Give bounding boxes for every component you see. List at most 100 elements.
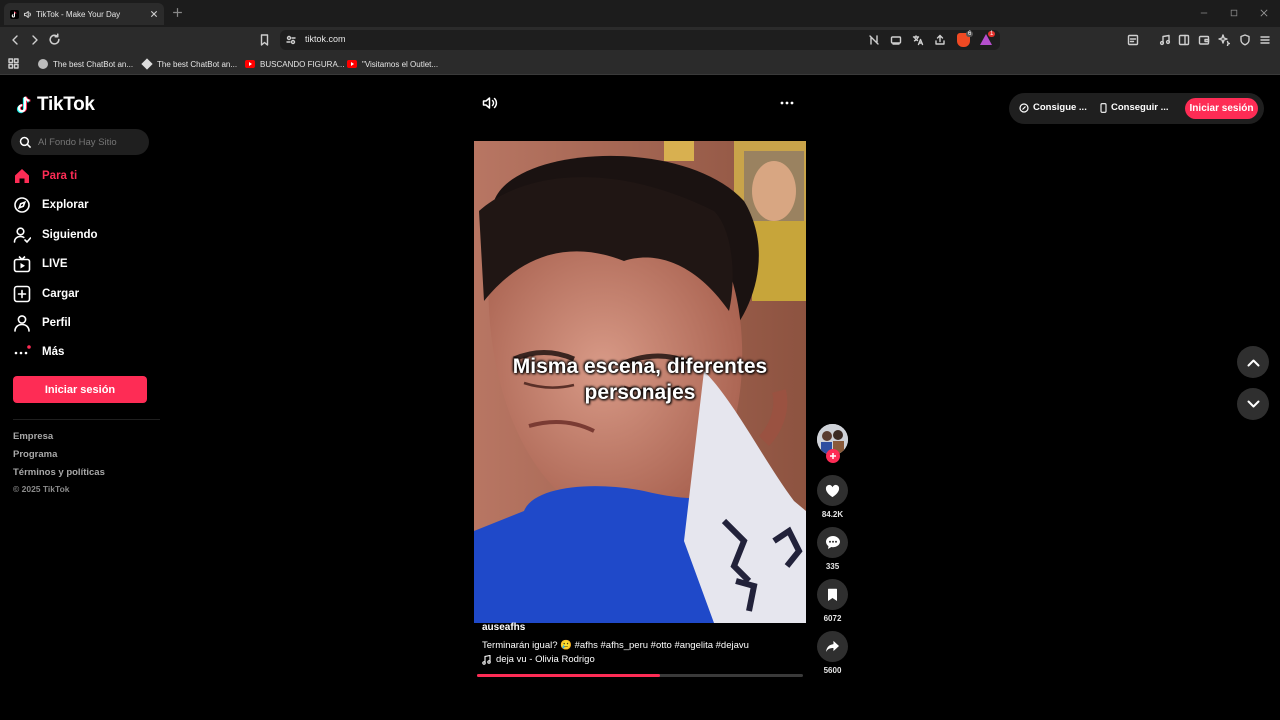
nav-live[interactable]: LIVE bbox=[13, 252, 153, 276]
shield-badge: 6 bbox=[966, 31, 974, 37]
sidebar-divider bbox=[13, 419, 160, 420]
heart-icon bbox=[825, 484, 840, 497]
sidebar-login-button[interactable]: Iniciar sesión bbox=[13, 376, 147, 403]
logo-text: TikTok bbox=[37, 94, 95, 115]
volume-button[interactable] bbox=[482, 96, 498, 110]
maximize-button[interactable] bbox=[1230, 9, 1238, 17]
cast-icon[interactable] bbox=[890, 34, 902, 46]
share-count: 5600 bbox=[823, 666, 842, 675]
like-count: 84.2K bbox=[821, 510, 844, 519]
nav-upload[interactable]: Cargar bbox=[13, 282, 153, 306]
music-icon[interactable] bbox=[1159, 34, 1171, 46]
more-horizontal-icon bbox=[780, 101, 794, 105]
video-progress-fill bbox=[477, 674, 660, 677]
follow-button[interactable] bbox=[826, 449, 840, 463]
coin-icon bbox=[1019, 102, 1029, 113]
share-icon[interactable] bbox=[934, 34, 946, 46]
get-coins-button[interactable]: Consigue ... bbox=[1019, 102, 1087, 113]
tiktok-page: TikTok Para ti Explorar Siguiendo LIVE C… bbox=[0, 76, 1280, 720]
video-sound[interactable]: deja vu - Olivia Rodrigo bbox=[482, 654, 595, 665]
tiktok-favicon-icon bbox=[10, 9, 19, 19]
phone-icon bbox=[1100, 102, 1107, 113]
nav-following[interactable]: Siguiendo bbox=[13, 223, 153, 247]
nav-for-you[interactable]: Para ti bbox=[13, 164, 153, 188]
footer-terms-link[interactable]: Términos y políticas bbox=[13, 467, 105, 478]
youtube-icon bbox=[347, 60, 357, 68]
url-text: tiktok.com bbox=[305, 34, 346, 44]
video-description: Terminarán igual? 🥲 #afhs #afhs_peru #ot… bbox=[482, 640, 749, 651]
plus-icon bbox=[830, 453, 836, 459]
nav-more[interactable]: Más bbox=[13, 340, 153, 364]
footer-company-link[interactable]: Empresa bbox=[13, 431, 53, 442]
nav-label: Explorar bbox=[42, 199, 89, 211]
wallet-icon[interactable] bbox=[1198, 34, 1210, 46]
more-icon bbox=[14, 345, 31, 355]
home-icon bbox=[15, 169, 29, 183]
close-tab-icon[interactable] bbox=[150, 10, 158, 18]
browser-tab[interactable]: TikTok - Make Your Day bbox=[4, 3, 164, 25]
bookmark-page-icon[interactable] bbox=[259, 34, 270, 46]
nav-label: Más bbox=[42, 346, 65, 358]
nav-label: Cargar bbox=[42, 288, 80, 300]
nav-label: Perfil bbox=[42, 317, 71, 329]
search-input[interactable] bbox=[38, 136, 138, 148]
bookmark-item[interactable]: The best ChatBot an... bbox=[38, 53, 133, 75]
nav-label: Siguiendo bbox=[42, 229, 98, 241]
leo-ai-icon[interactable] bbox=[1218, 34, 1230, 46]
apps-grid-icon[interactable] bbox=[8, 58, 19, 69]
comment-count: 335 bbox=[825, 562, 840, 571]
chevron-up-icon bbox=[1247, 359, 1259, 366]
bookmark-item[interactable]: BUSCANDO FIGURA... bbox=[245, 53, 344, 75]
video-options-button[interactable] bbox=[780, 101, 794, 105]
bookmarks-bar: The best ChatBot an... The best ChatBot … bbox=[0, 53, 1280, 75]
footer-copyright: © 2025 TikTok bbox=[13, 484, 70, 494]
no-tracking-icon[interactable] bbox=[868, 34, 880, 46]
menu-icon[interactable] bbox=[1259, 34, 1271, 46]
video-player[interactable]: Misma escena, diferentes personajes bbox=[474, 141, 806, 623]
bookmark-item[interactable]: "Visitamos el Outlet... bbox=[347, 53, 438, 75]
back-button[interactable] bbox=[9, 34, 21, 46]
search-box[interactable] bbox=[11, 129, 149, 155]
minimize-button[interactable] bbox=[1200, 9, 1208, 17]
nav-explore[interactable]: Explorar bbox=[13, 193, 153, 217]
save-count: 6072 bbox=[823, 614, 842, 623]
nav-label: LIVE bbox=[42, 258, 68, 270]
nav-profile[interactable]: Perfil bbox=[13, 311, 153, 335]
address-bar[interactable]: tiktok.com 6 1 bbox=[280, 30, 1000, 50]
get-app-button[interactable]: Conseguir ... bbox=[1100, 102, 1169, 113]
new-tab-button[interactable] bbox=[172, 7, 183, 18]
translate-icon[interactable] bbox=[912, 34, 924, 46]
video-caption-overlay: Misma escena, diferentes personajes bbox=[474, 354, 806, 406]
rewards-badge: 1 bbox=[988, 31, 996, 37]
video-progress-bar[interactable] bbox=[477, 674, 803, 677]
youtube-icon bbox=[245, 60, 255, 68]
vpn-shield-icon[interactable] bbox=[1239, 34, 1251, 46]
header-login-button[interactable]: Iniciar sesión bbox=[1185, 98, 1258, 119]
forward-button[interactable] bbox=[29, 34, 41, 46]
next-video-button[interactable] bbox=[1237, 388, 1269, 420]
site-settings-icon[interactable] bbox=[286, 35, 296, 45]
tiktok-logo[interactable]: TikTok bbox=[15, 94, 95, 116]
footer-program-link[interactable]: Programa bbox=[13, 449, 57, 460]
previous-video-button[interactable] bbox=[1237, 346, 1269, 378]
get-coins-label: Consigue ... bbox=[1033, 102, 1087, 113]
reader-mode-icon[interactable] bbox=[1127, 34, 1139, 46]
share-arrow-icon bbox=[826, 640, 839, 653]
reload-button[interactable] bbox=[48, 33, 61, 46]
share-button[interactable] bbox=[817, 631, 848, 662]
close-window-button[interactable] bbox=[1260, 9, 1268, 17]
bookmark-label: BUSCANDO FIGURA... bbox=[260, 59, 345, 69]
comment-icon bbox=[825, 536, 840, 549]
comment-button[interactable] bbox=[817, 527, 848, 558]
video-username[interactable]: auseafhs bbox=[482, 622, 525, 633]
like-button[interactable] bbox=[817, 475, 848, 506]
bookmark-item[interactable]: The best ChatBot an... bbox=[141, 53, 237, 75]
diamond-icon bbox=[141, 58, 153, 70]
caption-line: Misma escena, diferentes bbox=[512, 355, 768, 378]
sidebar-icon[interactable] bbox=[1178, 34, 1190, 46]
music-note-icon bbox=[482, 654, 491, 665]
live-icon bbox=[13, 255, 31, 273]
save-button[interactable] bbox=[817, 579, 848, 610]
bookmark-label: "Visitamos el Outlet... bbox=[362, 59, 439, 69]
speaker-tab-icon[interactable] bbox=[23, 10, 32, 19]
